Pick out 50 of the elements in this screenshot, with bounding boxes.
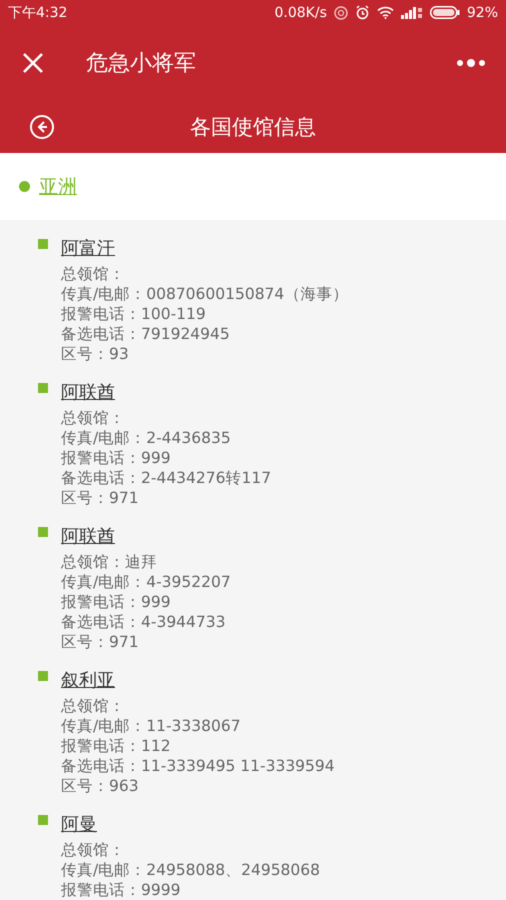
info-line: 备选电话：2-4434276转117 — [60, 468, 272, 488]
country-link[interactable]: 阿联酋 — [61, 380, 115, 404]
country-link[interactable]: 阿联酋 — [61, 524, 115, 548]
info-line: 备选电话：791924945 — [60, 324, 231, 344]
info-line: 传真/电邮：00870600150874（海事） — [60, 284, 350, 304]
info-line: 总领馆：迪拜 — [60, 552, 158, 572]
info-line: 报警电话：999 — [60, 592, 172, 612]
status-time: 下午4:32 — [8, 4, 68, 22]
info-line: 报警电话：100-119 — [60, 304, 207, 324]
info-line: 报警电话：9999 — [60, 880, 182, 900]
info-line: 总领馆： — [60, 264, 126, 284]
info-line: 总领馆： — [60, 696, 126, 716]
more-button[interactable] — [456, 58, 486, 68]
bullet-square — [38, 671, 48, 681]
close-button[interactable] — [22, 52, 44, 74]
wifi-icon — [376, 6, 394, 19]
country-link[interactable]: 阿曼 — [61, 812, 97, 836]
info-line: 总领馆： — [60, 840, 126, 860]
bullet-square — [38, 383, 48, 393]
info-line: 备选电话：4-3944733 — [60, 612, 226, 632]
info-line: 传真/电邮：24958088、24958068 — [60, 860, 322, 880]
info-line: 总领馆： — [60, 408, 126, 428]
info-line: 区号：971 — [60, 632, 140, 652]
info-line: 区号：971 — [60, 488, 140, 508]
page-title: 各国使馆信息 — [190, 114, 316, 140]
country-link[interactable]: 阿富汗 — [61, 236, 115, 260]
bullet-dot — [19, 181, 30, 192]
info-line: 区号：963 — [60, 776, 140, 796]
notification-icon — [334, 6, 348, 20]
signal-icon — [400, 6, 423, 18]
info-line: 传真/电邮：4-3952207 — [60, 572, 232, 592]
close-icon — [22, 52, 44, 74]
info-line: 报警电话：112 — [60, 736, 172, 756]
back-button[interactable] — [29, 114, 55, 140]
network-speed: 0.08K/s — [274, 4, 327, 20]
back-icon — [29, 114, 55, 140]
info-line: 传真/电邮：11-3338067 — [60, 716, 242, 736]
info-line: 备选电话：11-3339495 11-3339594 — [60, 756, 336, 776]
battery-percent: 92% — [466, 4, 498, 20]
country-link[interactable]: 叙利亚 — [61, 668, 115, 692]
info-line: 报警电话：999 — [60, 448, 172, 468]
battery-icon — [430, 6, 460, 19]
info-line: 区号：93 — [60, 344, 130, 364]
more-icon — [456, 58, 486, 68]
bullet-square — [38, 527, 48, 537]
bullet-square — [38, 239, 48, 249]
alarm-icon — [354, 5, 370, 20]
bullet-square — [38, 815, 48, 825]
app-title: 危急小将军 — [86, 50, 197, 78]
info-line: 传真/电邮：2-4436835 — [60, 428, 232, 448]
